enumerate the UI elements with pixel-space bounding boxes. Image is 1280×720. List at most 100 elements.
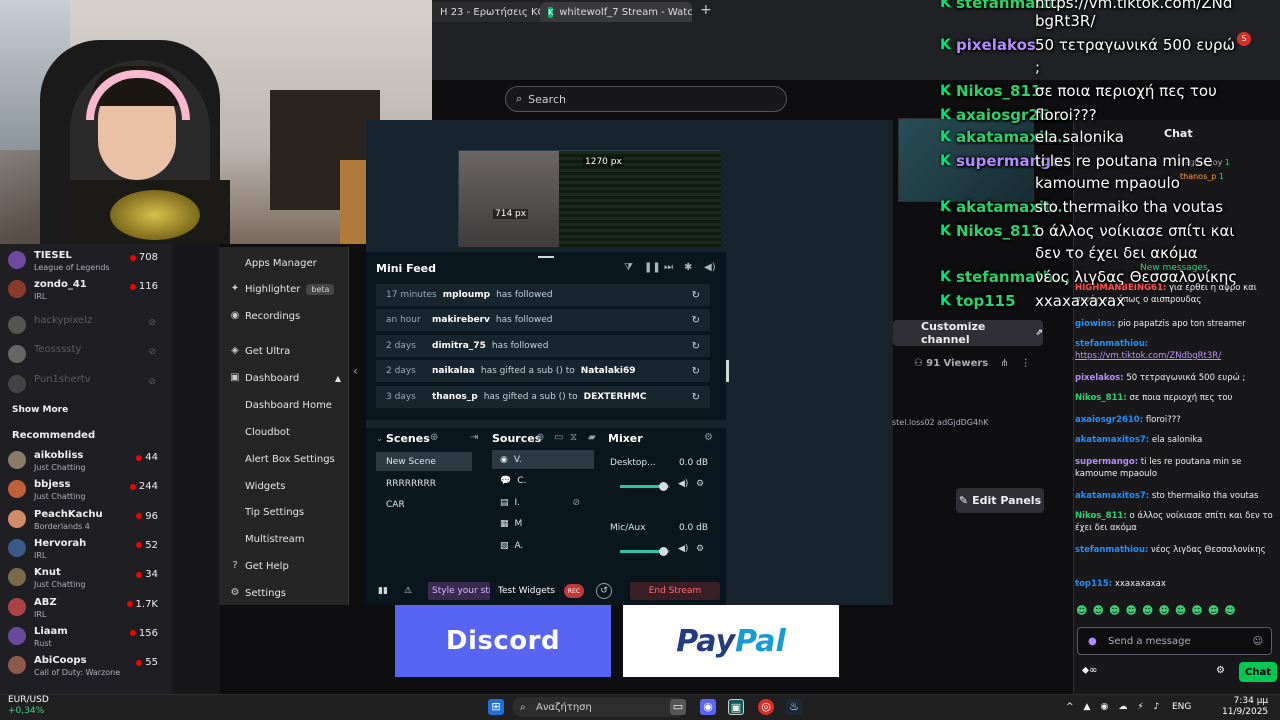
mixer-settings-icon[interactable]: ⚙ [704, 432, 713, 443]
menu-item-settings[interactable]: ⚙ Settings [219, 581, 349, 605]
browser-tab-active[interactable]: Kwhitewolf_7 Stream - Watch Live✕ [540, 2, 692, 22]
discord-panel[interactable]: Discord [395, 605, 611, 677]
menu-item-alert-box[interactable]: Alert Box Settings [219, 447, 349, 471]
source-item[interactable]: ▤ I. ⊘ [492, 493, 594, 512]
fader-knob[interactable] [658, 547, 668, 556]
skip-icon[interactable]: ⏭ [664, 262, 673, 273]
menu-item-multistream[interactable]: Multistream [219, 527, 349, 551]
streamlabs-app-icon[interactable]: ▣ [728, 699, 744, 715]
chat-send-button[interactable]: Chat [1239, 662, 1277, 682]
new-tab-button[interactable]: + [700, 2, 712, 18]
chat-username[interactable]: supermango: [1075, 457, 1138, 467]
edit-panels-button[interactable]: ✎ Edit Panels [956, 488, 1044, 513]
recommended-channel[interactable]: Hervorah IRL 52 [8, 538, 168, 567]
menu-item-get-help[interactable]: ? Get Help [219, 554, 349, 578]
recommended-channel[interactable]: AbiCoops Call of Duty: Warzone 55 [8, 655, 168, 684]
menu-item-apps-manager[interactable]: Apps Manager [219, 251, 349, 275]
sidebar-channel-offline[interactable]: Pun1shertv ⊘ [8, 374, 168, 403]
scene-preview[interactable]: 1270 px 714 px [458, 150, 721, 247]
recommended-channel[interactable]: ABZ IRL 1.7K [8, 597, 168, 626]
system-tray-icons[interactable]: ^▲◉☁⚡♪ [1066, 702, 1169, 712]
volume-icon[interactable]: ◀) [704, 262, 716, 273]
steam-icon[interactable]: ♨ [786, 699, 802, 715]
replay-icon[interactable]: ↻ [692, 315, 700, 326]
menu-item-recordings[interactable]: ◉ Recordings [219, 304, 349, 328]
channel-tags[interactable]: stel.loss02 adGjdDG4hK [892, 418, 988, 427]
recommended-channel[interactable]: Knut Just Chatting 34 [8, 567, 168, 596]
style-your-stream-button[interactable]: Style your stream [428, 582, 490, 600]
discord-app-icon[interactable]: ◉ [700, 699, 716, 715]
recommended-channel[interactable]: aikobliss Just Chatting 44 [8, 450, 168, 479]
windows-start-icon[interactable]: ⊞ [488, 699, 504, 715]
chat-input[interactable]: ● Send a message ☺ [1077, 627, 1272, 655]
alert-warning-icon[interactable]: ⚠ [400, 582, 416, 600]
taskbar-search[interactable]: ⌕ Αναζήτηση [512, 697, 686, 717]
collapse-caret-icon[interactable]: ⌄ [376, 434, 383, 443]
replay-icon[interactable]: ↻ [692, 341, 700, 352]
recommended-channel[interactable]: bbjess Just Chatting 244 [8, 479, 168, 508]
fader-knob[interactable] [658, 482, 668, 491]
end-stream-button[interactable]: End Stream [630, 582, 720, 600]
stock-widget[interactable]: EUR/USD +0,34% [8, 695, 49, 717]
recommended-channel[interactable]: PeachKachu Borderlands 4 96 [8, 509, 168, 538]
folder-icon[interactable]: ▰ [588, 432, 596, 443]
more-options-icon[interactable]: ⋮ [1021, 358, 1031, 369]
scene-item[interactable]: RRRRRRRR [376, 474, 472, 493]
chat-username[interactable]: pixelakos: [1075, 373, 1124, 383]
source-item[interactable]: 💬 C. [492, 471, 594, 490]
test-widgets-button[interactable]: Test Widgets [494, 582, 559, 600]
filter-icon[interactable]: ⧩ [624, 262, 633, 273]
site-search-input[interactable]: ⌕ Search [505, 86, 787, 112]
input-language[interactable]: ENG [1172, 702, 1191, 712]
replay-icon[interactable]: ↻ [692, 290, 700, 301]
microphone-icon[interactable]: ● [1088, 636, 1097, 647]
menu-item-dashboard-home[interactable]: Dashboard Home [219, 393, 349, 417]
chrome-icon[interactable]: ◎ [758, 699, 774, 715]
resize-handle[interactable] [726, 360, 729, 382]
collapse-menu-icon[interactable]: ‹ [353, 364, 358, 378]
menu-item-cloudbot[interactable]: Cloudbot [219, 420, 349, 444]
chat-username[interactable]: Nikos_811: [1075, 511, 1127, 521]
source-item[interactable]: ▧ A. [492, 536, 594, 555]
chat-settings-icon[interactable]: ⚙ [1216, 665, 1225, 676]
sidebar-channel[interactable]: TIESEL League of Legends 708 [8, 250, 168, 279]
volume-fader[interactable] [620, 547, 670, 556]
recommended-channel[interactable]: Liaam Rust 156 [8, 626, 168, 655]
sidebar-channel[interactable]: zondo_41 IRL 116 [8, 279, 168, 308]
source-item[interactable]: ◉ V. [492, 450, 594, 469]
hidden-eye-icon[interactable]: ⊘ [572, 498, 580, 508]
volume-fader[interactable] [620, 482, 670, 491]
menu-item-highlighter[interactable]: ✦ Highlighter beta [219, 277, 349, 301]
source-item[interactable]: ▦ M [492, 514, 594, 533]
speaker-icon[interactable]: ◀) [678, 544, 688, 554]
chat-username[interactable]: top115: [1075, 579, 1112, 589]
chat-username[interactable]: akatamaxitos7: [1075, 435, 1149, 445]
paypal-panel[interactable]: Pay Pal [623, 605, 839, 677]
chat-username[interactable]: akatamaxitos7: [1075, 491, 1149, 501]
chat-username[interactable]: stefanmathiou: [1075, 545, 1148, 555]
replay-icon[interactable]: ↻ [692, 366, 700, 377]
menu-item-widgets[interactable]: Widgets [219, 474, 349, 498]
show-more-link[interactable]: Show More [12, 405, 68, 415]
gear-icon[interactable]: ⚙ [696, 479, 704, 489]
scene-item[interactable]: New Scene [376, 452, 472, 471]
menu-item-dashboard[interactable]: ▣ Dashboard ▲ [219, 366, 349, 390]
chat-username[interactable]: axaiosgr2610: [1075, 415, 1143, 425]
emoji-icon[interactable]: ☺ [1253, 636, 1263, 647]
chat-username[interactable]: stefanmathiou: [1075, 339, 1148, 349]
clock[interactable]: 7:34 μμ 11/9/2025 [1222, 696, 1268, 718]
scene-transitions-icon[interactable]: ⇥ [470, 432, 478, 443]
record-button[interactable]: REC [564, 584, 584, 598]
chat-username[interactable]: Nikos_811: [1075, 393, 1127, 403]
points-icon[interactable]: ⬥∞ [1082, 665, 1097, 676]
replay-buffer-icon[interactable]: ↺ [596, 583, 612, 599]
source-filter-icon[interactable]: ⧖ [570, 432, 577, 443]
source-group-icon[interactable]: ▭ [554, 432, 563, 443]
scene-item[interactable]: CAR [376, 495, 472, 514]
chat-link[interactable]: https://vm.tiktok.com/ZNdbgRt3R/ [1075, 351, 1221, 361]
menu-item-tip-settings[interactable]: Tip Settings [219, 500, 349, 524]
emote-bar[interactable]: ☻☻☻☻☻☻☻☻☻☻ [1076, 604, 1276, 622]
chevron-up-icon[interactable]: ▲ [335, 374, 341, 383]
add-source-icon[interactable]: ⊕ [536, 432, 544, 443]
menu-item-get-ultra[interactable]: ◈ Get Ultra [219, 339, 349, 363]
